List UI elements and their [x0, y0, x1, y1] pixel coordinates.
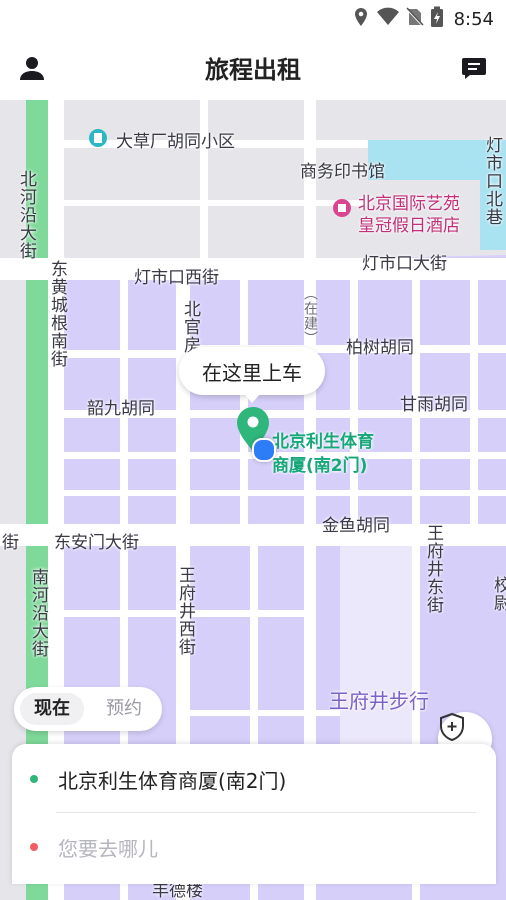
message-icon[interactable] — [460, 54, 488, 82]
divider — [56, 812, 476, 813]
map-label-shaojiu: 韶九胡同 — [87, 399, 155, 419]
map-label-baishu: 柏树胡同 — [346, 338, 414, 358]
no-sim-icon — [405, 7, 424, 31]
tab-now[interactable]: 现在 — [20, 693, 84, 725]
destination-dot-icon — [30, 843, 38, 851]
current-location-dot — [252, 438, 276, 462]
status-icons: 8:54 — [352, 6, 494, 32]
app-header: 旅程出租 — [0, 34, 506, 100]
map-label-wangfujing-dongjie: 王府井东街 — [423, 524, 443, 614]
tab-reserve[interactable]: 预约 — [92, 693, 156, 725]
start-address: 北京利生体育商厦(南2门) — [58, 768, 287, 793]
map-label-nanheyan: 南河沿大街 — [28, 568, 48, 658]
map-label-jinyu: 金鱼胡同 — [322, 516, 390, 536]
map-label-dacaochang: 大草厂胡同小区 — [116, 132, 235, 152]
map-label-sports-line1: 北京利生体育 — [272, 432, 374, 452]
map-label-sports-line2: 商厦(南2门) — [272, 456, 368, 476]
map-label-dengshikou-beixiang: 灯市口北巷 — [482, 136, 502, 226]
map-label-dengshikou-xijie: 灯市口西街 — [134, 268, 219, 288]
status-time: 8:54 — [453, 8, 494, 30]
map-label-donganmen: 东安门大街 — [54, 533, 139, 553]
map-label-xiaowei: 校尉 — [490, 576, 506, 612]
start-dot-icon — [30, 775, 38, 783]
location-icon — [352, 7, 370, 31]
map-label-dongchenggen: 东黄城根南街 — [47, 260, 67, 368]
pickup-bubble[interactable]: 在这里上车 — [179, 347, 325, 403]
map-label-hotel-line2: 皇冠假日酒店 — [358, 216, 460, 236]
map-label-beiheyan: 北河沿大街 — [16, 170, 36, 260]
status-bar: 8:54 — [0, 0, 506, 34]
destination-input[interactable]: 您要去哪儿 — [58, 833, 158, 862]
time-mode-tabs: 现在 预约 — [14, 687, 162, 731]
page-title: 旅程出租 — [205, 56, 301, 84]
map-label-jie: 街 — [2, 533, 19, 553]
map-label-wangfujing-xijie: 王府井西街 — [175, 566, 195, 656]
map-label-dengshikou-dajie: 灯市口大街 — [362, 254, 447, 274]
start-address-row[interactable]: 北京利生体育商厦(南2门) — [12, 746, 496, 812]
wifi-icon — [376, 7, 400, 31]
map-label-ganyu: 甘雨胡同 — [400, 395, 468, 415]
map-label-zaijian: （在建） — [302, 286, 318, 346]
map-label-beiguanfang: 北官房 — [180, 300, 200, 354]
battery-charging-icon — [430, 6, 444, 32]
destination-row[interactable]: 您要去哪儿 — [12, 814, 496, 880]
address-card: 北京利生体育商厦(南2门) 您要去哪儿 — [12, 744, 496, 884]
map-label-shangwu: 商务印书馆 — [300, 162, 385, 182]
map-label-wangfujing-buxing: 王府井步行 — [329, 689, 429, 713]
